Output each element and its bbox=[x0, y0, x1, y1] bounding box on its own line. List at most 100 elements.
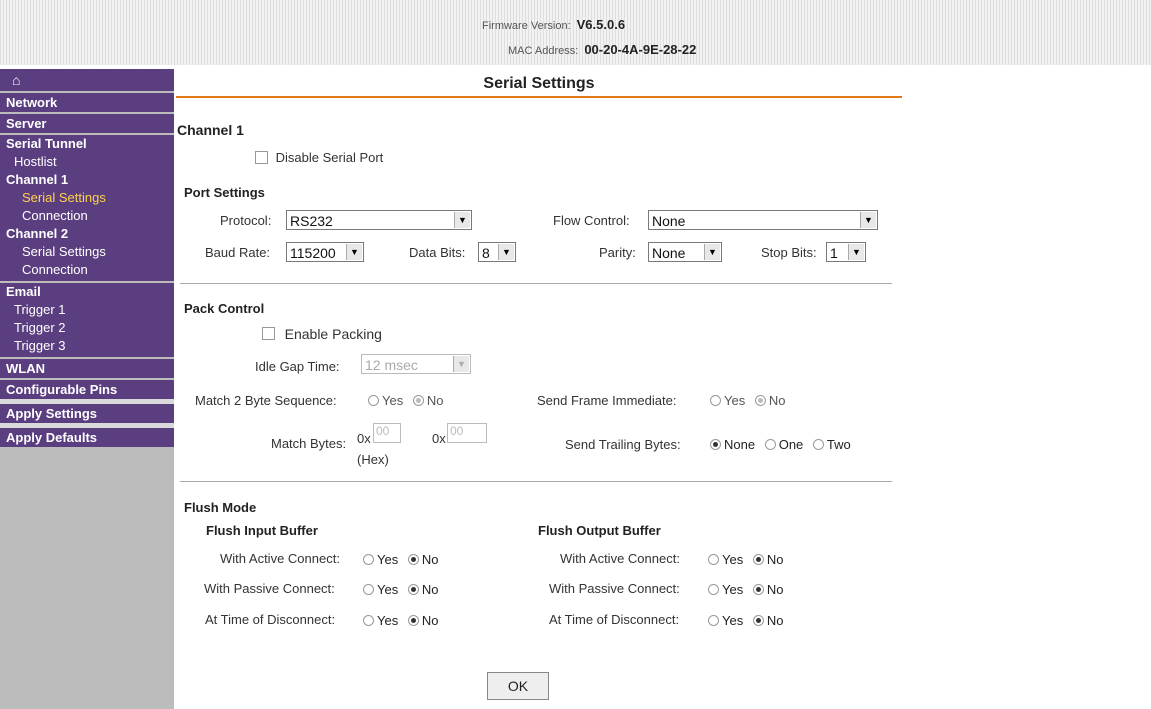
no-label: No bbox=[766, 552, 784, 568]
parity-label: Parity: bbox=[599, 245, 636, 260]
mac-value: 00-20-4A-9E-28-22 bbox=[584, 42, 697, 57]
input-active-yes-radio[interactable] bbox=[363, 554, 374, 566]
baud-rate-select[interactable]: 115200 ▼ bbox=[286, 242, 364, 262]
input-passive-no-radio[interactable] bbox=[407, 584, 419, 596]
output-active-radio-group: Yes No bbox=[708, 551, 789, 567]
trailing-one-radio[interactable] bbox=[764, 439, 776, 451]
input-active-radio-group: Yes No bbox=[363, 551, 444, 567]
disable-serial-port-label: Disable Serial Port bbox=[275, 150, 384, 166]
protocol-select[interactable]: RS232 ▼ bbox=[286, 210, 472, 230]
sidebar-item-channel1[interactable]: Channel 1 bbox=[0, 171, 174, 189]
output-passive-yes-radio[interactable] bbox=[708, 584, 719, 596]
match-byte-2-input[interactable]: 00 bbox=[447, 423, 487, 443]
disable-serial-port-row: Disable Serial Port bbox=[255, 149, 383, 165]
match2-no-radio[interactable] bbox=[412, 395, 424, 407]
sidebar-item-trigger3[interactable]: Trigger 3 bbox=[0, 337, 174, 355]
yes-label: Yes bbox=[377, 582, 399, 598]
sidebar-item-network[interactable]: Network bbox=[0, 93, 174, 112]
sidebar-item-channel2-connection[interactable]: Connection bbox=[0, 261, 174, 279]
sidebar-item-serial-tunnel[interactable]: Serial Tunnel bbox=[0, 135, 174, 153]
input-disconnect-label: At Time of Disconnect: bbox=[205, 612, 336, 627]
home-icon[interactable]: ⌂ bbox=[0, 69, 174, 91]
hex-note: (Hex) bbox=[357, 452, 389, 467]
sidebar-item-email[interactable]: Email bbox=[0, 283, 174, 301]
sidebar-item-channel1-connection[interactable]: Connection bbox=[0, 207, 174, 225]
flush-output-heading: Flush Output Buffer bbox=[538, 523, 661, 538]
input-passive-label: With Passive Connect: bbox=[204, 581, 335, 596]
sidebar-item-trigger2[interactable]: Trigger 2 bbox=[0, 319, 174, 337]
sidebar-item-trigger1[interactable]: Trigger 1 bbox=[0, 301, 174, 319]
sidebar-item-channel2[interactable]: Channel 2 bbox=[0, 225, 174, 243]
input-disconnect-no-radio[interactable] bbox=[407, 615, 419, 627]
sidebar-item-hostlist[interactable]: Hostlist bbox=[0, 153, 174, 171]
chevron-down-icon: ▼ bbox=[454, 212, 470, 228]
match-byte-1-input[interactable]: 00 bbox=[373, 423, 401, 443]
send-frame-yes-radio[interactable] bbox=[710, 395, 721, 407]
enable-packing-row: Enable Packing bbox=[262, 325, 382, 342]
match2-no-label: No bbox=[426, 393, 444, 409]
chevron-down-icon: ▼ bbox=[860, 212, 876, 228]
trailing-none-radio[interactable] bbox=[710, 439, 721, 451]
hex-prefix-1: 0x bbox=[357, 431, 371, 446]
input-passive-yes-radio[interactable] bbox=[363, 584, 374, 596]
no-label: No bbox=[766, 613, 784, 629]
pack-control-heading: Pack Control bbox=[184, 301, 265, 316]
chevron-down-icon: ▼ bbox=[498, 244, 514, 260]
parity-select[interactable]: None ▼ bbox=[648, 242, 722, 262]
trailing-one-label: One bbox=[778, 437, 804, 453]
yes-label: Yes bbox=[722, 552, 744, 568]
enable-packing-checkbox[interactable] bbox=[262, 327, 275, 341]
output-disconnect-no-radio[interactable] bbox=[752, 615, 764, 627]
yes-label: Yes bbox=[377, 552, 399, 568]
output-active-no-radio[interactable] bbox=[752, 554, 764, 566]
apply-defaults-button[interactable]: Apply Defaults bbox=[0, 428, 174, 447]
yes-label: Yes bbox=[722, 582, 744, 598]
channel-heading: Channel 1 bbox=[177, 122, 244, 138]
flow-control-select[interactable]: None ▼ bbox=[648, 210, 878, 230]
yes-label: Yes bbox=[377, 613, 399, 629]
sidebar-item-channel1-serial-settings[interactable]: Serial Settings bbox=[0, 189, 174, 207]
flush-mode-heading: Flush Mode bbox=[184, 500, 257, 515]
chevron-down-icon: ▼ bbox=[848, 244, 864, 260]
no-label: No bbox=[421, 552, 439, 568]
input-active-no-radio[interactable] bbox=[407, 554, 419, 566]
protocol-label: Protocol: bbox=[220, 213, 272, 228]
trailing-two-label: Two bbox=[826, 437, 851, 453]
sidebar-item-configurable-pins[interactable]: Configurable Pins bbox=[0, 380, 174, 399]
chevron-down-icon: ▼ bbox=[453, 356, 469, 372]
firmware-value: V6.5.0.6 bbox=[576, 17, 626, 32]
sidebar-item-channel2-serial-settings[interactable]: Serial Settings bbox=[0, 243, 174, 261]
no-label: No bbox=[766, 582, 784, 598]
send-frame-label: Send Frame Immediate: bbox=[537, 393, 677, 408]
output-active-label: With Active Connect: bbox=[560, 551, 680, 566]
data-bits-label: Data Bits: bbox=[409, 245, 466, 260]
output-passive-no-radio[interactable] bbox=[752, 584, 764, 596]
disable-serial-port-checkbox[interactable] bbox=[255, 151, 268, 165]
data-bits-select[interactable]: 8 ▼ bbox=[478, 242, 516, 262]
trailing-two-radio[interactable] bbox=[812, 439, 824, 451]
output-passive-label: With Passive Connect: bbox=[549, 581, 680, 596]
sidebar-item-server[interactable]: Server bbox=[0, 114, 174, 133]
flow-control-label: Flow Control: bbox=[553, 213, 630, 228]
output-disconnect-yes-radio[interactable] bbox=[708, 615, 719, 627]
stop-bits-select[interactable]: 1 ▼ bbox=[826, 242, 866, 262]
send-frame-radio-group: Yes No bbox=[710, 392, 791, 408]
output-active-yes-radio[interactable] bbox=[708, 554, 719, 566]
apply-settings-button[interactable]: Apply Settings bbox=[0, 404, 174, 423]
data-bits-value: 8 bbox=[482, 245, 490, 261]
divider bbox=[180, 283, 892, 284]
input-disconnect-yes-radio[interactable] bbox=[363, 615, 374, 627]
page-title: Serial Settings bbox=[483, 75, 595, 92]
ok-button[interactable]: OK bbox=[487, 672, 549, 700]
output-passive-radio-group: Yes No bbox=[708, 581, 789, 597]
idle-gap-select[interactable]: 12 msec ▼ bbox=[361, 354, 471, 374]
send-frame-no-radio[interactable] bbox=[754, 395, 766, 407]
idle-gap-value: 12 msec bbox=[365, 357, 418, 373]
sidebar-item-wlan[interactable]: WLAN bbox=[0, 359, 174, 378]
chevron-down-icon: ▼ bbox=[704, 244, 720, 260]
trailing-bytes-label: Send Trailing Bytes: bbox=[565, 437, 681, 452]
enable-packing-label: Enable Packing bbox=[284, 325, 382, 342]
match2-yes-radio[interactable] bbox=[368, 395, 379, 407]
title-underline bbox=[176, 96, 902, 98]
divider bbox=[180, 481, 892, 482]
